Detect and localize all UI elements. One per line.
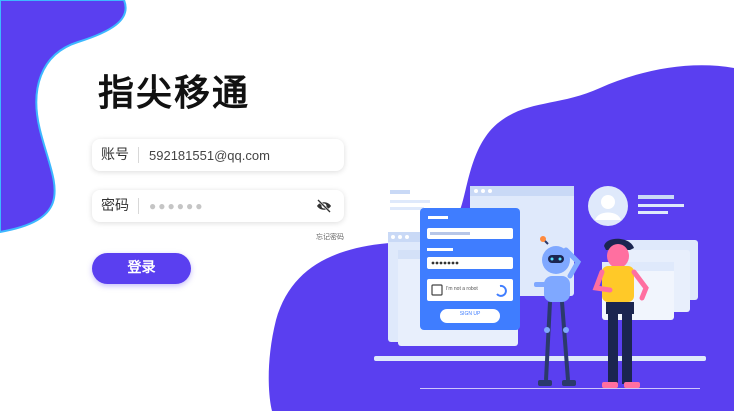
password-input[interactable]: ●●●●●● [139,199,344,213]
login-button[interactable]: 登录 [92,253,191,284]
account-label: 账号 [92,147,139,163]
password-field[interactable]: 密码 ●●●●●● [92,190,344,222]
robot-checkbox-text: I'm not a robot [446,286,478,292]
forgot-password-link[interactable]: 忘记密码 [300,232,344,242]
password-label: 密码 [92,198,139,214]
account-input[interactable]: 592181551@qq.com [139,148,344,163]
account-field[interactable]: 账号 592181551@qq.com [92,139,344,171]
eye-hidden-icon[interactable] [316,198,332,214]
app-title: 指尖移通 [98,73,251,114]
illustration-signup-text: SIGN UP [459,311,481,317]
